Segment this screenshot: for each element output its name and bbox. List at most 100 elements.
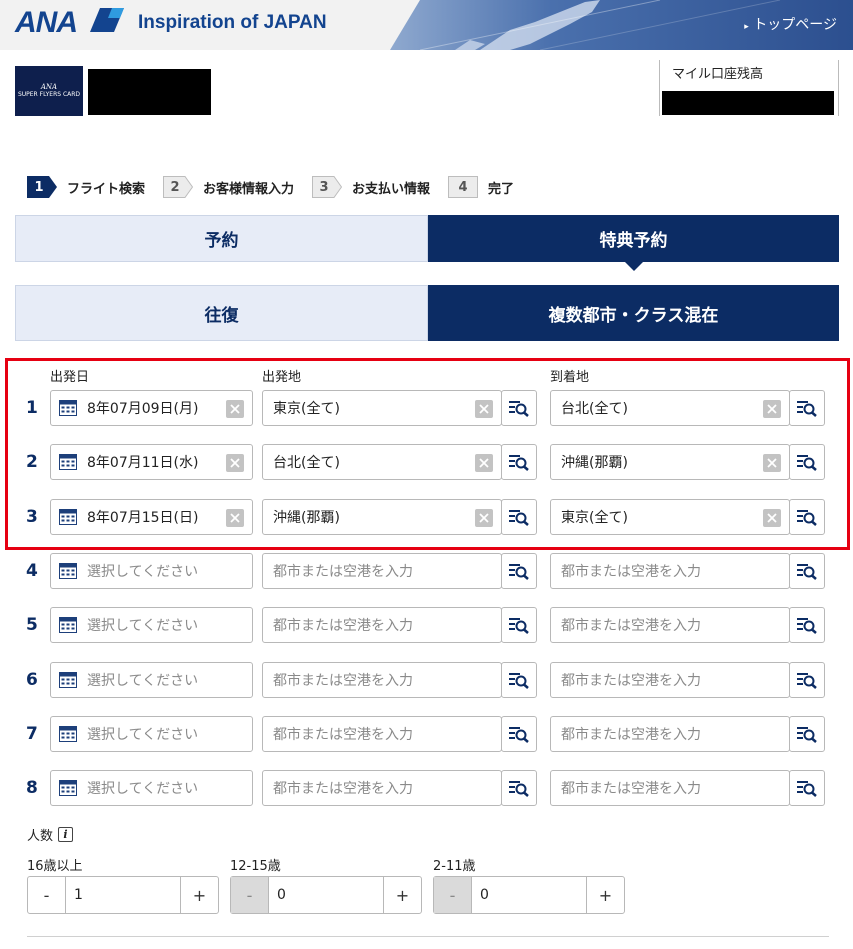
departure-search-button[interactable] <box>501 770 537 806</box>
ana-logo-slash-icon <box>90 8 124 32</box>
clear-arrival-icon[interactable] <box>763 400 781 418</box>
tab-roundtrip[interactable]: 往復 <box>15 285 428 341</box>
search-list-icon <box>509 673 529 689</box>
mile-balance-box: マイル口座残高 <box>659 60 839 116</box>
clear-date-icon[interactable] <box>226 509 244 527</box>
departure-date-field[interactable]: 選択してください <box>50 770 253 806</box>
arrival-search-button[interactable] <box>789 553 825 589</box>
arrival-search-button[interactable] <box>789 444 825 480</box>
departure-city-input[interactable]: 都市または空港を入力 <box>262 553 502 589</box>
tab-award-reserve[interactable]: 特典予約 <box>428 215 839 271</box>
departure-search-button[interactable] <box>501 499 537 535</box>
child-decrement-button[interactable]: - <box>434 877 472 913</box>
calendar-icon <box>59 509 77 525</box>
departure-date-field[interactable]: 選択してください <box>50 662 253 698</box>
arrival-city-input[interactable]: 沖縄(那覇) <box>550 444 790 480</box>
departure-city-input[interactable]: 台北(全て) <box>262 444 502 480</box>
arrival-search-button[interactable] <box>789 662 825 698</box>
segment-number: 5 <box>26 615 38 635</box>
arrival-city-input[interactable]: 東京(全て) <box>550 499 790 535</box>
arrival-city-input[interactable]: 都市または空港を入力 <box>550 716 790 752</box>
arrival-city-input[interactable]: 都市または空港を入力 <box>550 662 790 698</box>
clear-departure-icon[interactable] <box>475 454 493 472</box>
departure-search-button[interactable] <box>501 553 537 589</box>
active-tab-caret-icon <box>624 262 643 271</box>
arrival-search-button[interactable] <box>789 390 825 426</box>
arrival-city-input[interactable]: 都市または空港を入力 <box>550 770 790 806</box>
arrival-city-input[interactable]: 都市または空港を入力 <box>550 553 790 589</box>
clear-date-icon[interactable] <box>226 454 244 472</box>
info-icon[interactable]: i <box>58 827 74 842</box>
tab-multi-city[interactable]: 複数都市・クラス混在 <box>428 285 839 341</box>
departure-city-input[interactable]: 都市または空港を入力 <box>262 607 502 643</box>
flight-segment-row: 1 8年07月09日(月) 東京(全て) 台北(全て) <box>0 390 853 428</box>
departure-city-input[interactable]: 東京(全て) <box>262 390 502 426</box>
search-list-icon <box>509 781 529 797</box>
segment-number: 4 <box>26 561 38 581</box>
top-page-link[interactable]: ▸ トップページ <box>744 14 837 34</box>
youth-count-value[interactable]: 0 <box>269 877 383 913</box>
search-list-icon <box>509 401 529 417</box>
arrival-search-button[interactable] <box>789 499 825 535</box>
clear-departure-icon[interactable] <box>475 400 493 418</box>
adult-increment-button[interactable]: + <box>180 877 218 913</box>
ana-logo[interactable]: ANA <box>15 6 78 40</box>
departure-date-field[interactable]: 選択してください <box>50 553 253 589</box>
departure-city-input[interactable]: 都市または空港を入力 <box>262 662 502 698</box>
departure-date-field[interactable]: 8年07月11日(水) <box>50 444 253 480</box>
departure-date-field[interactable]: 8年07月09日(月) <box>50 390 253 426</box>
arrival-search-button[interactable] <box>789 770 825 806</box>
departure-search-button[interactable] <box>501 662 537 698</box>
flight-segment-row: 2 8年07月11日(水) 台北(全て) 沖縄(那覇) <box>0 444 853 482</box>
departure-date-field[interactable]: 8年07月15日(日) <box>50 499 253 535</box>
segment-number: 3 <box>26 507 38 527</box>
search-list-icon <box>509 727 529 743</box>
youth-decrement-button[interactable]: - <box>231 877 269 913</box>
departure-search-button[interactable] <box>501 716 537 752</box>
flight-segment-row: 4 選択してください 都市または空港を入力 都市または空港を入力 <box>0 553 853 591</box>
redacted-member-name <box>88 69 211 115</box>
youth-count-stepper: - 0 + <box>230 876 422 914</box>
segment-number: 1 <box>26 398 38 418</box>
search-list-icon <box>797 727 817 743</box>
child-count-stepper: - 0 + <box>433 876 625 914</box>
departure-date-field[interactable]: 選択してください <box>50 607 253 643</box>
step-payment: 3 お支払い情報 <box>312 176 430 198</box>
arrival-city-input[interactable]: 都市または空港を入力 <box>550 607 790 643</box>
member-card-image: ANA SUPER FLYERS CARD <box>15 66 83 116</box>
adult-count-value[interactable]: 1 <box>66 877 180 913</box>
departure-city-input[interactable]: 沖縄(那覇) <box>262 499 502 535</box>
calendar-icon <box>59 454 77 470</box>
step-complete: 4 完了 <box>448 176 514 198</box>
segment-number: 6 <box>26 670 38 690</box>
search-list-icon <box>797 510 817 526</box>
clear-arrival-icon[interactable] <box>763 509 781 527</box>
departure-search-button[interactable] <box>501 607 537 643</box>
segment-number: 7 <box>26 724 38 744</box>
booking-type-tabs: 予約 特典予約 <box>15 215 839 271</box>
departure-date-field[interactable]: 選択してください <box>50 716 253 752</box>
child-count-value[interactable]: 0 <box>472 877 586 913</box>
search-list-icon <box>797 401 817 417</box>
chevron-right-icon: ▸ <box>744 22 749 32</box>
calendar-icon <box>59 780 77 796</box>
adult-label: 16歳以上 <box>27 859 83 874</box>
clear-arrival-icon[interactable] <box>763 454 781 472</box>
departure-search-button[interactable] <box>501 444 537 480</box>
adult-decrement-button[interactable]: - <box>28 877 66 913</box>
departure-search-button[interactable] <box>501 390 537 426</box>
arrival-search-button[interactable] <box>789 607 825 643</box>
tab-reserve[interactable]: 予約 <box>15 215 428 262</box>
departure-city-input[interactable]: 都市または空港を入力 <box>262 716 502 752</box>
passenger-count-heading: 人数 i <box>27 825 74 844</box>
clear-departure-icon[interactable] <box>475 509 493 527</box>
youth-label: 12-15歳 <box>230 859 281 874</box>
arrival-search-button[interactable] <box>789 716 825 752</box>
departure-city-input[interactable]: 都市または空港を入力 <box>262 770 502 806</box>
flight-segment-row: 7 選択してください 都市または空港を入力 都市または空港を入力 <box>0 716 853 754</box>
child-increment-button[interactable]: + <box>586 877 624 913</box>
clear-date-icon[interactable] <box>226 400 244 418</box>
arrival-city-input[interactable]: 台北(全て) <box>550 390 790 426</box>
calendar-icon <box>59 563 77 579</box>
youth-increment-button[interactable]: + <box>383 877 421 913</box>
